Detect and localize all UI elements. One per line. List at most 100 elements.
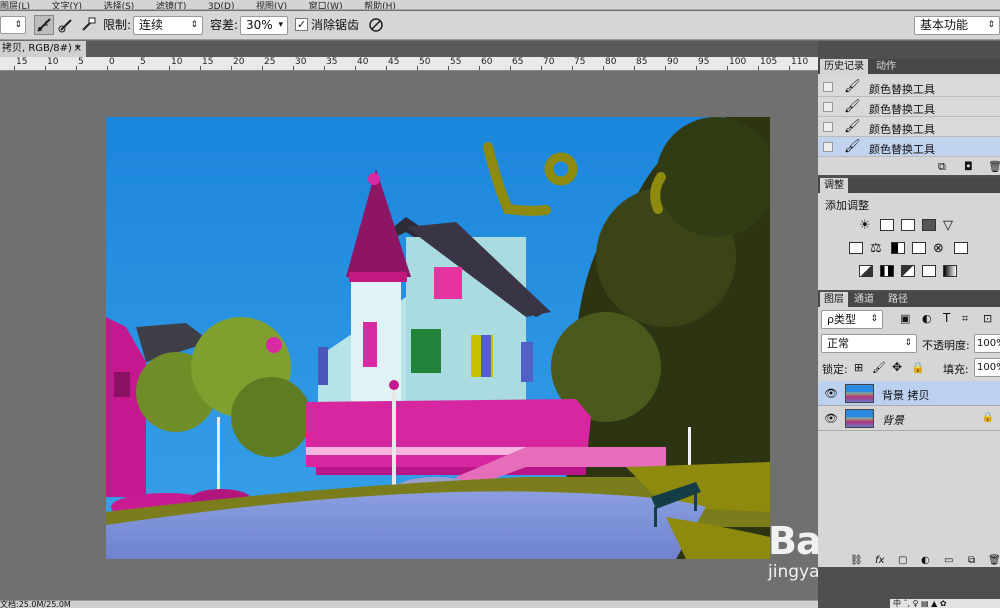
fx-icon[interactable]: fx [875,555,884,567]
menu-filter[interactable]: 滤镜(T) [156,3,187,10]
new-group-icon[interactable]: ▭ [944,555,953,567]
shape-filter-icon[interactable]: ⌗ [962,312,968,326]
history-item[interactable]: 🖌 颜色替换工具 [818,97,1000,117]
menu-select[interactable]: 选择(S) [104,3,135,10]
document-tab[interactable]: 拷贝, RGB/8#) * × [0,41,86,57]
type-filter-icon[interactable]: T [943,311,950,325]
black-white-icon[interactable] [891,242,905,254]
new-document-from-state-icon[interactable]: ⧉ [938,160,946,174]
photo-filter-icon[interactable] [912,242,926,254]
add-adjustment-title: 添加调整 [825,199,869,212]
ruler-label: 60 [481,57,493,67]
gradient-map-icon[interactable] [943,265,957,277]
ruler-label: 70 [543,57,555,67]
menu-help[interactable]: 帮助(H) [364,3,396,10]
eye-icon[interactable]: 👁 [824,412,838,425]
input-method-toolbar[interactable]: 中 ˆ, ♀ ▤ ▲ ✿ [890,599,1000,608]
sampling-once-button[interactable] [56,15,76,35]
ruler-tick [727,66,728,70]
history-snapshot-box[interactable] [823,82,833,92]
adjustment-filter-icon[interactable]: ◐ [922,312,932,325]
history-item[interactable]: 🖌 颜色替换工具 [818,137,1000,157]
ruler-tick [696,66,697,70]
ruler-tick [76,66,77,70]
ruler-label: 50 [419,57,431,67]
workspace-dropdown[interactable]: 基本功能 ⇕ [914,16,1000,35]
tab-history[interactable]: 历史记录 [820,59,868,74]
tab-actions[interactable]: 动作 [872,59,900,74]
lock-position-icon[interactable]: ✥ [892,360,902,374]
history-snapshot-box[interactable] [823,102,833,112]
blend-mode-dropdown[interactable]: 正常 ⇕ [821,334,917,353]
tab-channels[interactable]: 通道 [850,292,878,307]
brightness-icon[interactable]: ☀ [859,218,873,233]
limit-dropdown[interactable]: 连续 ⇕ [133,16,203,35]
close-icon[interactable]: × [74,41,82,57]
invert-icon[interactable] [859,265,873,277]
color-lookup-icon[interactable] [954,242,968,254]
adjustments-panel: 添加调整 ☀ ▽ ⚖ ⊗ [818,193,1000,290]
menu-type[interactable]: 文字(Y) [52,3,83,10]
history-snapshot-box[interactable] [823,122,833,132]
exposure-icon[interactable] [922,219,936,231]
hue-saturation-icon[interactable] [849,242,863,254]
add-mask-icon[interactable]: ▢ [898,555,907,567]
threshold-icon[interactable] [901,265,915,277]
vibrance-icon[interactable]: ▽ [943,218,957,233]
ruler-label: 15 [202,57,214,67]
history-item-label: 颜色替换工具 [869,103,935,116]
tablet-pressure-button[interactable] [366,15,386,35]
eye-icon[interactable]: 👁 [824,387,838,400]
antialias-checkbox[interactable]: ✓ [295,18,308,31]
history-item[interactable]: 🖌 颜色替换工具 [818,117,1000,137]
menu-layer[interactable]: 图层(L) [0,3,30,10]
layer-filter-dropdown[interactable]: ρ类型 ⇕ [821,310,883,329]
tolerance-input[interactable]: 30% ▾ [240,16,288,35]
selective-color-icon[interactable] [922,265,936,277]
fill-input[interactable]: 100% [974,358,1000,377]
ruler-label: 0 [109,57,115,67]
tab-paths[interactable]: 路径 [884,292,912,307]
new-adjustment-layer-icon[interactable]: ◐ [921,555,930,567]
menu-window[interactable]: 窗口(W) [309,3,343,10]
lock-all-icon[interactable]: 🔒 [911,361,925,374]
history-snapshot-box[interactable] [823,142,833,152]
smart-object-filter-icon[interactable]: ⊡ [983,312,992,325]
menu-view[interactable]: 视图(V) [256,3,287,10]
brush-size-dropdown[interactable]: ⇕ [0,16,26,34]
new-layer-icon[interactable]: ⧉ [968,555,975,567]
layers-panel: ρ类型⇕ ▣ ◐ T ⌗ ⊡ 正常⇕ 不透明度: 100% 锁定: ⊞ 🖌 ✥ … [818,307,1000,567]
history-item[interactable]: 🖌 颜色替换工具 [818,77,1000,97]
ruler-label: 65 [512,57,524,67]
lock-icon: 🔒 [981,412,994,423]
pixel-filter-icon[interactable]: ▣ [900,312,910,325]
delete-layer-icon[interactable]: 🗑 [988,555,1000,567]
tab-adjustments[interactable]: 调整 [820,178,848,193]
sampling-continuous-button[interactable] [34,15,54,35]
fill-label: 填充: [943,363,969,376]
lock-image-icon[interactable]: 🖌 [872,361,886,374]
ruler-label: 90 [667,57,679,67]
opacity-input[interactable]: 100% [974,334,1000,353]
levels-icon[interactable] [880,219,894,231]
link-layers-icon[interactable]: ⛓ [850,555,863,567]
curves-icon[interactable] [901,219,915,231]
layer-name: 背景 拷贝 [882,389,930,402]
menu-3d[interactable]: 3D(D) [208,3,235,10]
brush-icon: 🖌 [844,79,861,94]
trash-icon[interactable]: 🗑 [988,160,1000,173]
color-balance-icon[interactable]: ⚖ [870,241,884,256]
adjustments-panel-header: 调整 [818,178,1000,193]
antialias-label: 消除锯齿 [311,18,360,32]
lock-transparency-icon[interactable]: ⊞ [854,361,863,374]
ruler-tick [417,66,418,70]
layer-row-background-copy[interactable]: 👁 背景 拷贝 [818,381,1000,406]
sampling-background-button[interactable] [78,15,98,35]
channel-mixer-icon[interactable]: ⊗ [933,241,947,256]
ruler-label: 15 [16,57,28,67]
tab-layers[interactable]: 图层 [820,292,848,307]
layer-row-background[interactable]: 👁 背景 🔒 [818,406,1000,431]
ruler-tick [479,66,480,70]
camera-icon[interactable]: ◘ [964,160,973,173]
posterize-icon[interactable] [880,265,894,277]
